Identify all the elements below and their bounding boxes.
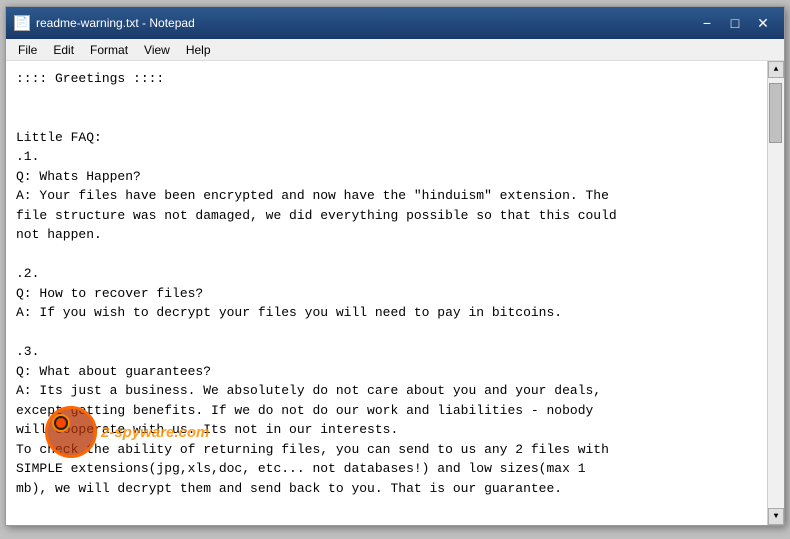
notepad-window: 📄 readme-warning.txt - Notepad − □ ✕ Fil… xyxy=(5,6,785,526)
window-controls: − □ ✕ xyxy=(694,13,776,33)
text-content[interactable]: :::: Greetings :::: Little FAQ: .1. Q: W… xyxy=(6,61,767,525)
scrollbar: ▲ ▼ xyxy=(767,61,784,525)
content-area: :::: Greetings :::: Little FAQ: .1. Q: W… xyxy=(6,61,784,525)
scroll-up-button[interactable]: ▲ xyxy=(768,61,784,78)
menu-view[interactable]: View xyxy=(136,41,178,59)
title-bar: 📄 readme-warning.txt - Notepad − □ ✕ xyxy=(6,7,784,39)
menu-bar: File Edit Format View Help xyxy=(6,39,784,61)
scroll-track[interactable] xyxy=(768,78,784,508)
scroll-down-button[interactable]: ▼ xyxy=(768,508,784,525)
menu-format[interactable]: Format xyxy=(82,41,136,59)
close-button[interactable]: ✕ xyxy=(750,13,776,33)
maximize-button[interactable]: □ xyxy=(722,13,748,33)
menu-help[interactable]: Help xyxy=(178,41,219,59)
menu-edit[interactable]: Edit xyxy=(45,41,82,59)
app-icon: 📄 xyxy=(14,15,30,31)
window-title: readme-warning.txt - Notepad xyxy=(36,16,694,30)
menu-file[interactable]: File xyxy=(10,41,45,59)
scroll-thumb[interactable] xyxy=(769,83,782,143)
minimize-button[interactable]: − xyxy=(694,13,720,33)
